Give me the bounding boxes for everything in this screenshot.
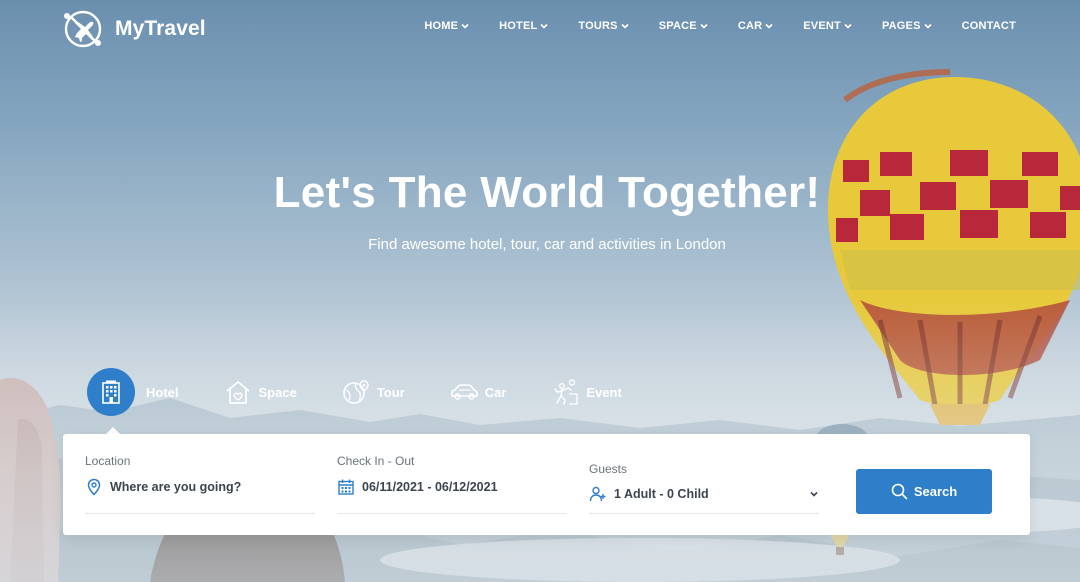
- guests-field[interactable]: Guests 1 Adult - 0 Child: [589, 462, 819, 514]
- climbing-person-icon: [548, 375, 582, 409]
- tab-tour[interactable]: Tour: [339, 375, 405, 409]
- chevron-down-icon: [700, 23, 708, 29]
- guests-value[interactable]: 1 Adult - 0 Child: [614, 487, 709, 501]
- search-button-label: Search: [913, 484, 958, 499]
- chevron-down-icon: [924, 23, 932, 29]
- car-icon: [447, 375, 481, 409]
- chevron-down-icon: [765, 23, 773, 29]
- top-navbar: MyTravel HOME HOTEL TOURS SPACE CAR EVEN…: [0, 0, 1080, 58]
- chevron-down-icon: [540, 23, 548, 29]
- guests-label: Guests: [589, 462, 628, 476]
- users-add-icon: [589, 486, 606, 502]
- chevron-down-icon: [461, 23, 469, 29]
- tab-car[interactable]: Car: [447, 375, 507, 409]
- hero-subtitle: Find awesome hotel, tour, car and activi…: [368, 236, 726, 253]
- location-input[interactable]: Where are you going?: [110, 480, 241, 494]
- nav-item-label: CAR: [737, 20, 763, 32]
- chevron-down-icon: [621, 23, 629, 29]
- airplane-logo-icon: [64, 10, 102, 48]
- location-label: Location: [85, 454, 131, 468]
- search-form-card: Location Where are you going? Check In -…: [63, 434, 1030, 535]
- nav-item-hotel[interactable]: HOTEL: [499, 20, 548, 32]
- nav-item-tours[interactable]: TOURS: [578, 20, 629, 32]
- tab-hotel[interactable]: Hotel: [87, 368, 179, 416]
- nav-item-contact[interactable]: CONTACT: [962, 20, 1016, 32]
- nav-item-label: SPACE: [658, 20, 697, 32]
- tab-space[interactable]: Space: [221, 375, 297, 409]
- map-pin-icon: [87, 478, 101, 496]
- check-in-out-field[interactable]: Check In - Out 06/11/2021 - 06/12/2021: [337, 454, 567, 514]
- location-field[interactable]: Location Where are you going?: [85, 454, 315, 514]
- tab-label: Hotel: [146, 384, 179, 400]
- search-icon: [891, 483, 908, 500]
- nav-item-space[interactable]: SPACE: [659, 20, 708, 32]
- nav-item-pages[interactable]: PAGES: [882, 20, 932, 32]
- calendar-icon: [338, 479, 354, 495]
- nav-item-label: EVENT: [803, 20, 841, 32]
- tab-event[interactable]: Event: [548, 375, 622, 409]
- search-button[interactable]: Search: [856, 469, 992, 514]
- tab-label: Car: [484, 384, 507, 400]
- tab-label: Event: [586, 384, 622, 400]
- chevron-down-icon: [844, 23, 852, 29]
- check-in-out-value[interactable]: 06/11/2021 - 06/12/2021: [362, 480, 498, 494]
- nav-item-label: TOURS: [578, 20, 618, 32]
- main-menu: HOME HOTEL TOURS SPACE CAR EVENT PAGES C…: [394, 20, 1016, 32]
- nav-item-label: HOTEL: [499, 20, 538, 32]
- hero-title: Let's The World Together!: [273, 168, 821, 217]
- nav-item-car[interactable]: CAR: [738, 20, 773, 32]
- home-heart-icon: [221, 375, 255, 409]
- globe-pin-icon: [339, 375, 373, 409]
- search-category-tabs: Hotel Space Tour Car Event: [87, 368, 664, 416]
- nav-item-label: HOME: [424, 20, 459, 32]
- nav-item-label: PAGES: [881, 20, 921, 32]
- nav-item-label: CONTACT: [961, 20, 1016, 32]
- hotel-building-icon: [87, 368, 135, 416]
- nav-item-home[interactable]: HOME: [424, 20, 469, 32]
- tab-label: Tour: [376, 384, 405, 400]
- nav-item-event[interactable]: EVENT: [803, 20, 852, 32]
- brand-logo[interactable]: MyTravel: [62, 8, 206, 50]
- check-in-out-label: Check In - Out: [337, 454, 415, 468]
- brand-name: MyTravel: [115, 17, 206, 40]
- chevron-down-icon[interactable]: [809, 490, 819, 498]
- tab-label: Space: [258, 384, 297, 400]
